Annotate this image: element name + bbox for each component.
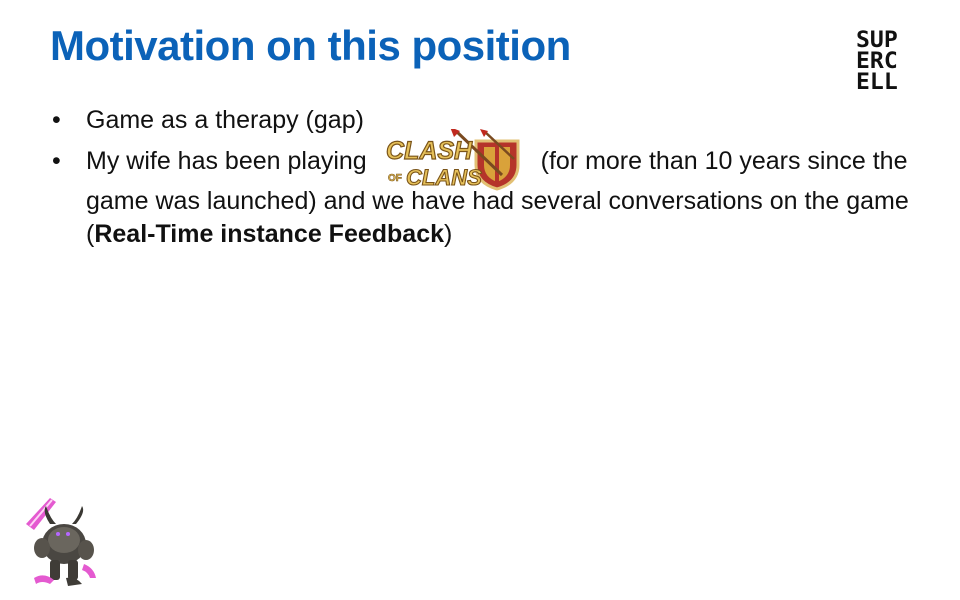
slide-title: Motivation on this position	[50, 22, 571, 69]
bullet-bold-text: Real-Time instance Feedback	[94, 220, 445, 248]
bullet-symbol: •	[52, 106, 61, 134]
pekka-character-icon	[26, 498, 96, 586]
slide: Motivation on this position SUP ERC ELL …	[0, 0, 960, 600]
logo-word-of: OF	[388, 173, 402, 184]
bullet-text-end: )	[444, 220, 453, 248]
logo-word-clash: CLASH	[386, 137, 473, 165]
clash-of-clans-logo-icon: CLASH OF CLANS	[385, 128, 520, 191]
supercell-logo: SUP ERC ELL	[856, 30, 936, 94]
bullet-list: • Game as a therapy (gap) • My wife has …	[50, 104, 940, 259]
bullet-symbol: •	[52, 146, 61, 175]
bullet-text: Game as a therapy (gap)	[86, 106, 364, 134]
bullet-text-before-logo: My wife has been playing	[86, 146, 367, 175]
logo-line-3: ELL	[856, 70, 898, 95]
bullet-item: • My wife has been playing CLASH OF CLAN…	[50, 128, 940, 252]
logo-line-2: ERC	[856, 49, 898, 74]
logo-line-1: SUP	[856, 28, 898, 53]
